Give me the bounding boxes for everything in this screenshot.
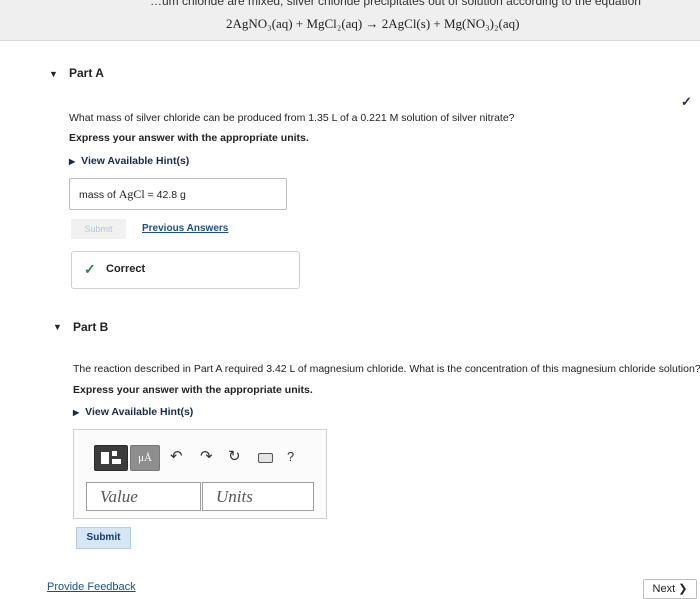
part-a-submit-button[interactable]: Submit: [71, 219, 126, 239]
part-a-title[interactable]: Part A: [69, 66, 104, 80]
problem-intro-text: …um chloride are mixed, silver chloride …: [150, 0, 641, 8]
answer-input-panel: μÅ ↶ ↷ ↻ ? Value Units: [73, 429, 327, 519]
part-a-collapse-icon[interactable]: ▼: [49, 69, 58, 79]
undo-icon[interactable]: ↶: [170, 447, 183, 465]
provide-feedback-link[interactable]: Provide Feedback: [47, 581, 136, 593]
keyboard-icon[interactable]: [258, 453, 273, 463]
reset-icon[interactable]: ↻: [228, 447, 241, 465]
part-b-hint-label: View Available Hint(s): [85, 406, 194, 418]
expand-triangle-icon: ▶: [69, 157, 76, 166]
answer-formula: AgCl: [118, 187, 145, 201]
part-b-submit-button[interactable]: Submit: [76, 527, 131, 549]
part-a-hint-label: View Available Hint(s): [81, 155, 190, 167]
units-button[interactable]: μÅ: [130, 445, 160, 471]
part-a-answer-box: mass of AgCl = 42.8 g: [69, 178, 287, 210]
part-b-hint-link[interactable]: ▶ View Available Hint(s): [73, 406, 193, 418]
part-b-collapse-icon[interactable]: ▼: [53, 322, 62, 332]
answer-value: = 42.8 g: [144, 189, 186, 201]
part-a-instructions: Express your answer with the appropriate…: [69, 132, 309, 144]
part-a-complete-check-icon: ✓: [681, 94, 692, 109]
part-b-instructions: Express your answer with the appropriate…: [73, 384, 313, 396]
correct-feedback-box: ✓ Correct: [71, 251, 300, 289]
expand-triangle-icon: ▶: [73, 408, 80, 417]
part-a-hint-link[interactable]: ▶ View Available Hint(s): [69, 155, 189, 167]
redo-icon[interactable]: ↷: [200, 447, 213, 465]
templates-button[interactable]: [94, 445, 128, 471]
value-input[interactable]: Value: [86, 482, 201, 511]
units-input[interactable]: Units: [202, 482, 314, 511]
help-icon[interactable]: ?: [287, 449, 294, 464]
correct-check-icon: ✓: [84, 261, 96, 277]
part-a-question: What mass of silver chloride can be prod…: [69, 112, 515, 124]
part-b-title[interactable]: Part B: [73, 320, 108, 334]
answer-label: mass of: [79, 189, 119, 201]
next-button[interactable]: Next ❯: [643, 579, 697, 599]
reaction-equation: 2AgNO₃(aq) + MgCl₂(aq) → 2AgCl(s) + Mg(N…: [226, 16, 520, 31]
part-b-question: The reaction described in Part A require…: [73, 363, 700, 375]
correct-label: Correct: [106, 263, 146, 275]
problem-header: …um chloride are mixed, silver chloride …: [0, 0, 700, 41]
previous-answers-link[interactable]: Previous Answers: [142, 223, 228, 234]
